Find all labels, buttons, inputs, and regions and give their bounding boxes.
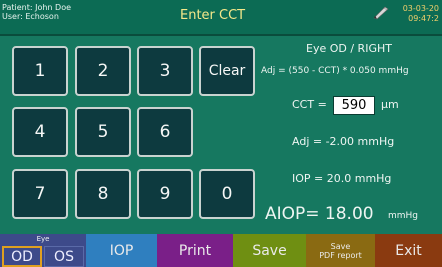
eye-selector: Eye OD OS: [0, 234, 86, 267]
date-time: 03-03-20 09:47:2: [403, 4, 439, 24]
cct-label: CCT =: [292, 98, 327, 111]
save-button[interactable]: Save: [233, 234, 306, 267]
key-2[interactable]: 2: [75, 46, 131, 96]
key-9[interactable]: 9: [137, 169, 193, 219]
aiop-unit: mmHg: [388, 211, 419, 221]
save-pdf-line-1: Save: [330, 241, 351, 251]
save-pdf-line-2: PDF report: [319, 250, 362, 260]
save-pdf-report-button[interactable]: Save PDF report: [306, 234, 375, 267]
cct-input[interactable]: 590: [333, 96, 375, 115]
screen-title: Enter CCT: [180, 8, 246, 23]
key-7[interactable]: 7: [12, 169, 68, 219]
eye-side-label: Eye OD / RIGHT: [306, 42, 392, 55]
iop-value: IOP = 20.0 mmHg: [292, 172, 392, 185]
patient-info: Patient: John Doe User: Echoson: [2, 3, 71, 21]
user-name: User: Echoson: [2, 12, 59, 21]
clear-button[interactable]: Clear: [199, 46, 255, 96]
time: 09:47:2: [408, 14, 439, 23]
iop-button[interactable]: IOP: [86, 234, 157, 267]
cct-unit: µm: [381, 98, 399, 111]
key-0[interactable]: 0: [199, 169, 255, 219]
od-button[interactable]: OD: [2, 246, 42, 267]
cct-entry-screen: Patient: John Doe User: Echoson Enter CC…: [0, 0, 442, 267]
key-5[interactable]: 5: [75, 107, 131, 157]
key-1[interactable]: 1: [12, 46, 68, 96]
patient-name: Patient: John Doe: [2, 3, 72, 12]
exit-button[interactable]: Exit: [375, 234, 442, 267]
key-6[interactable]: 6: [137, 107, 193, 157]
os-button[interactable]: OS: [44, 246, 84, 267]
aiop-value: AIOP= 18.00: [265, 204, 374, 224]
header-bar: Patient: John Doe User: Echoson Enter CC…: [0, 0, 442, 36]
eye-selector-label: Eye: [36, 235, 50, 243]
key-3[interactable]: 3: [137, 46, 193, 96]
date: 03-03-20: [402, 4, 439, 13]
adjustment-value: Adj = -2.00 mmHg: [292, 135, 395, 148]
key-8[interactable]: 8: [75, 169, 131, 219]
adjustment-formula: Adj = (550 - CCT) * 0.050 mmHg: [261, 66, 409, 76]
key-4[interactable]: 4: [12, 107, 68, 157]
pen-icon[interactable]: [372, 6, 390, 20]
print-button[interactable]: Print: [157, 234, 233, 267]
